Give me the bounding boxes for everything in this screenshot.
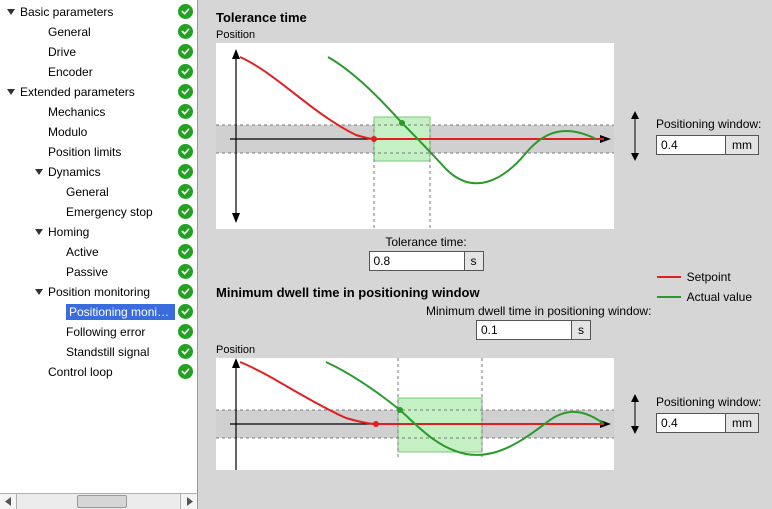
tree-item-label: Basic parameters [20, 5, 175, 19]
legend-setpoint-swatch [657, 276, 681, 278]
tree-item-label: Mechanics [48, 105, 175, 119]
disclosure-triangle-icon[interactable] [34, 287, 44, 297]
status-ok-icon [178, 4, 193, 19]
status-ok-icon [178, 84, 193, 99]
tree-item[interactable]: Dynamics [0, 162, 197, 182]
tree-item-label: Dynamics [48, 165, 175, 179]
tree-item-label: Homing [48, 225, 175, 239]
status-ok-icon [178, 64, 193, 79]
tree-item-label: Modulo [48, 125, 175, 139]
scroll-left-button[interactable] [0, 494, 17, 509]
positioning-window-unit-1: mm [726, 135, 759, 155]
status-ok-icon [178, 104, 193, 119]
dwell-time-unit: s [572, 320, 591, 340]
tree-item[interactable]: Positioning monitoring [0, 302, 197, 322]
tree-item-label: Control loop [48, 365, 175, 379]
tree-item[interactable]: Homing [0, 222, 197, 242]
status-ok-icon [178, 284, 193, 299]
tree-item[interactable]: Extended parameters [0, 82, 197, 102]
positioning-window-input-1[interactable] [656, 135, 726, 155]
scroll-thumb[interactable] [77, 495, 127, 508]
positioning-window-label-2: Positioning window: [656, 395, 761, 409]
tree-item[interactable]: Encoder [0, 62, 197, 82]
status-ok-icon [178, 224, 193, 239]
tree-item-label: Extended parameters [20, 85, 175, 99]
tolerance-time-unit: s [465, 251, 484, 271]
tree-item[interactable]: Basic parameters [0, 2, 197, 22]
tree-item[interactable]: Standstill signal [0, 342, 197, 362]
axis-label-position-1: Position [216, 29, 762, 41]
tree-item-label: Drive [48, 45, 175, 59]
scroll-track[interactable] [17, 494, 180, 509]
disclosure-triangle-icon[interactable] [34, 167, 44, 177]
status-ok-icon [178, 264, 193, 279]
tree-item-label: Position monitoring [48, 285, 175, 299]
tree-rows: Basic parameters General Drive Encoder Exten… [0, 0, 197, 493]
positioning-window-label-1: Positioning window: [656, 117, 761, 131]
tree-item-label: Active [66, 245, 175, 259]
tree-item[interactable]: Mechanics [0, 102, 197, 122]
legend-actual-label: Actual value [687, 290, 752, 304]
status-ok-icon [178, 244, 193, 259]
tree-item-label: Position limits [48, 145, 175, 159]
window-range-arrow-1 [628, 111, 642, 161]
section-tolerance-title: Tolerance time [216, 10, 762, 25]
tree-item-label: Standstill signal [66, 345, 175, 359]
tree-item-label: Following error [66, 325, 175, 339]
disclosure-triangle-icon[interactable] [34, 227, 44, 237]
dwell-time-input[interactable] [476, 320, 572, 340]
content-panel: Tolerance time Position [198, 0, 772, 509]
tree-item-label: Emergency stop [66, 205, 175, 219]
tree-item[interactable]: Control loop [0, 362, 197, 382]
status-ok-icon [178, 324, 193, 339]
tree-item-label: Positioning monitoring [66, 304, 175, 320]
legend-actual-swatch [657, 296, 681, 298]
navigation-tree: Basic parameters General Drive Encoder Exten… [0, 0, 198, 509]
tree-item[interactable]: General [0, 182, 197, 202]
tree-item[interactable]: Position monitoring [0, 282, 197, 302]
status-ok-icon [178, 184, 193, 199]
tolerance-time-label: Tolerance time: [385, 235, 466, 249]
scroll-right-button[interactable] [180, 494, 197, 509]
status-ok-icon [178, 344, 193, 359]
tree-item[interactable]: Following error [0, 322, 197, 342]
tree-item[interactable]: Emergency stop [0, 202, 197, 222]
tree-item[interactable]: Drive [0, 42, 197, 62]
status-ok-icon [178, 124, 193, 139]
status-ok-icon [178, 24, 193, 39]
disclosure-triangle-icon[interactable] [6, 7, 16, 17]
tolerance-time-input[interactable] [369, 251, 465, 271]
legend: Setpoint Actual value [657, 270, 752, 310]
tree-item[interactable]: Position limits [0, 142, 197, 162]
status-ok-icon [178, 164, 193, 179]
status-ok-icon [178, 44, 193, 59]
status-ok-icon [178, 144, 193, 159]
axis-label-position-2: Position [216, 344, 762, 356]
status-ok-icon [178, 304, 193, 319]
tree-item-label: General [48, 25, 175, 39]
window-range-arrow-2 [628, 394, 642, 434]
disclosure-triangle-icon[interactable] [6, 87, 16, 97]
horizontal-scrollbar[interactable] [0, 493, 197, 509]
positioning-window-input-2[interactable] [656, 413, 726, 433]
tolerance-time-graph [216, 43, 614, 229]
tree-item[interactable]: Modulo [0, 122, 197, 142]
tree-item[interactable]: Passive [0, 262, 197, 282]
status-ok-icon [178, 364, 193, 379]
tree-item-label: Encoder [48, 65, 175, 79]
tree-item[interactable]: Active [0, 242, 197, 262]
status-ok-icon [178, 204, 193, 219]
dwell-time-graph [216, 358, 614, 470]
positioning-window-unit-2: mm [726, 413, 759, 433]
tree-item-label: Passive [66, 265, 175, 279]
legend-setpoint-label: Setpoint [687, 270, 731, 284]
tree-item[interactable]: General [0, 22, 197, 42]
tree-item-label: General [66, 185, 175, 199]
